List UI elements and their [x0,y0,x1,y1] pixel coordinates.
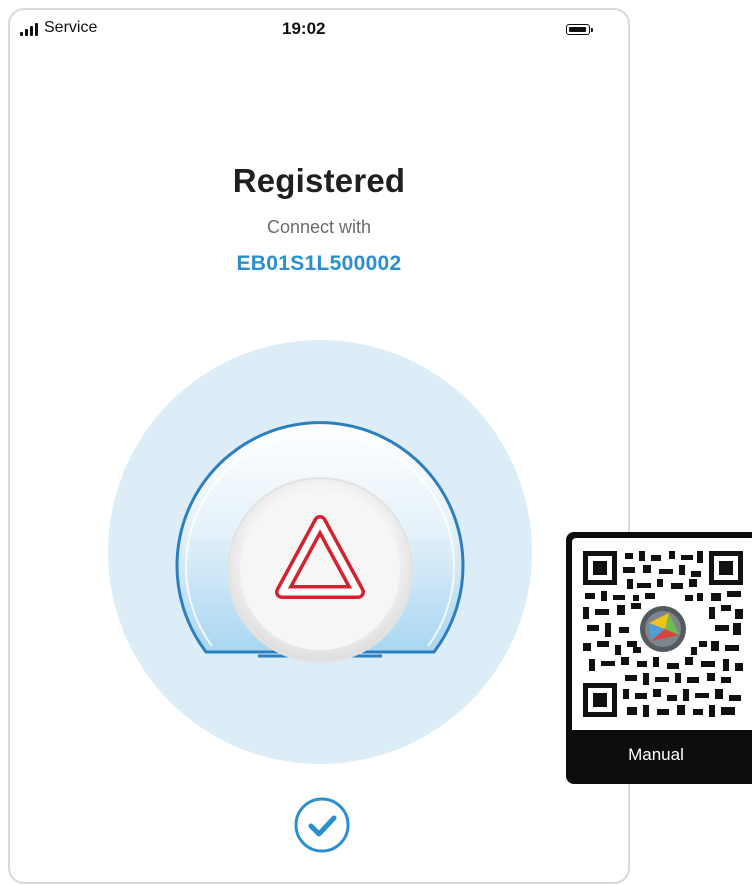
status-bar: Service 19:02 [10,10,628,50]
carrier-name: Service [44,19,98,36]
qr-code[interactable] [572,538,752,730]
connect-with-label: Connect with [266,217,372,237]
hub-illustration [108,340,532,764]
manual-label: Manual [628,745,684,764]
signal-strength-icon [20,23,38,36]
manual-qr-card[interactable]: Manual [566,532,752,784]
status-time: 19:02 [282,19,326,38]
page-title: Registered [232,162,406,199]
phone-frame: Service 19:02 Registered Connect with EB… [8,8,630,884]
checkmark-icon [294,797,350,853]
confirm-button[interactable] [293,796,351,854]
battery-icon [566,24,593,35]
device-id: EB01S1L500002 [236,252,402,275]
